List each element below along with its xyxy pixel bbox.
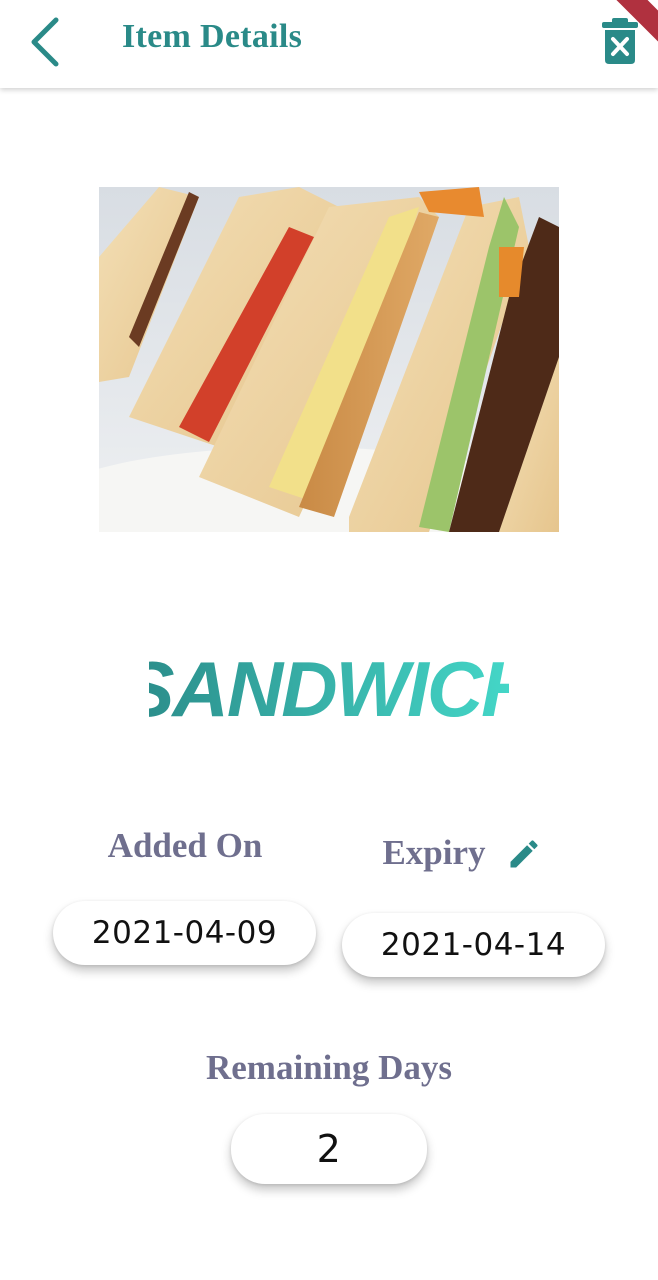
- expiry-date: 2021-04-14: [342, 913, 605, 977]
- item-photo: [99, 187, 559, 532]
- trash-x-icon: [602, 18, 638, 64]
- remaining-days-label: Remaining Days: [206, 1048, 452, 1087]
- delete-button[interactable]: [598, 16, 642, 66]
- expiry-label: Expiry: [382, 833, 486, 872]
- back-button[interactable]: [22, 14, 74, 70]
- page-title: Item Details: [122, 18, 303, 55]
- added-on-label: Added On: [107, 826, 263, 865]
- edit-expiry-button[interactable]: [506, 836, 542, 872]
- app-bar: Item Details: [0, 0, 658, 88]
- added-on-date: 2021-04-09: [53, 901, 316, 965]
- chevron-left-icon: [31, 17, 59, 67]
- pencil-icon: [510, 840, 538, 868]
- remaining-days-value: 2: [231, 1114, 427, 1184]
- item-name-text: SANDWICH: [149, 645, 509, 730]
- item-name: SANDWICH: [0, 630, 658, 734]
